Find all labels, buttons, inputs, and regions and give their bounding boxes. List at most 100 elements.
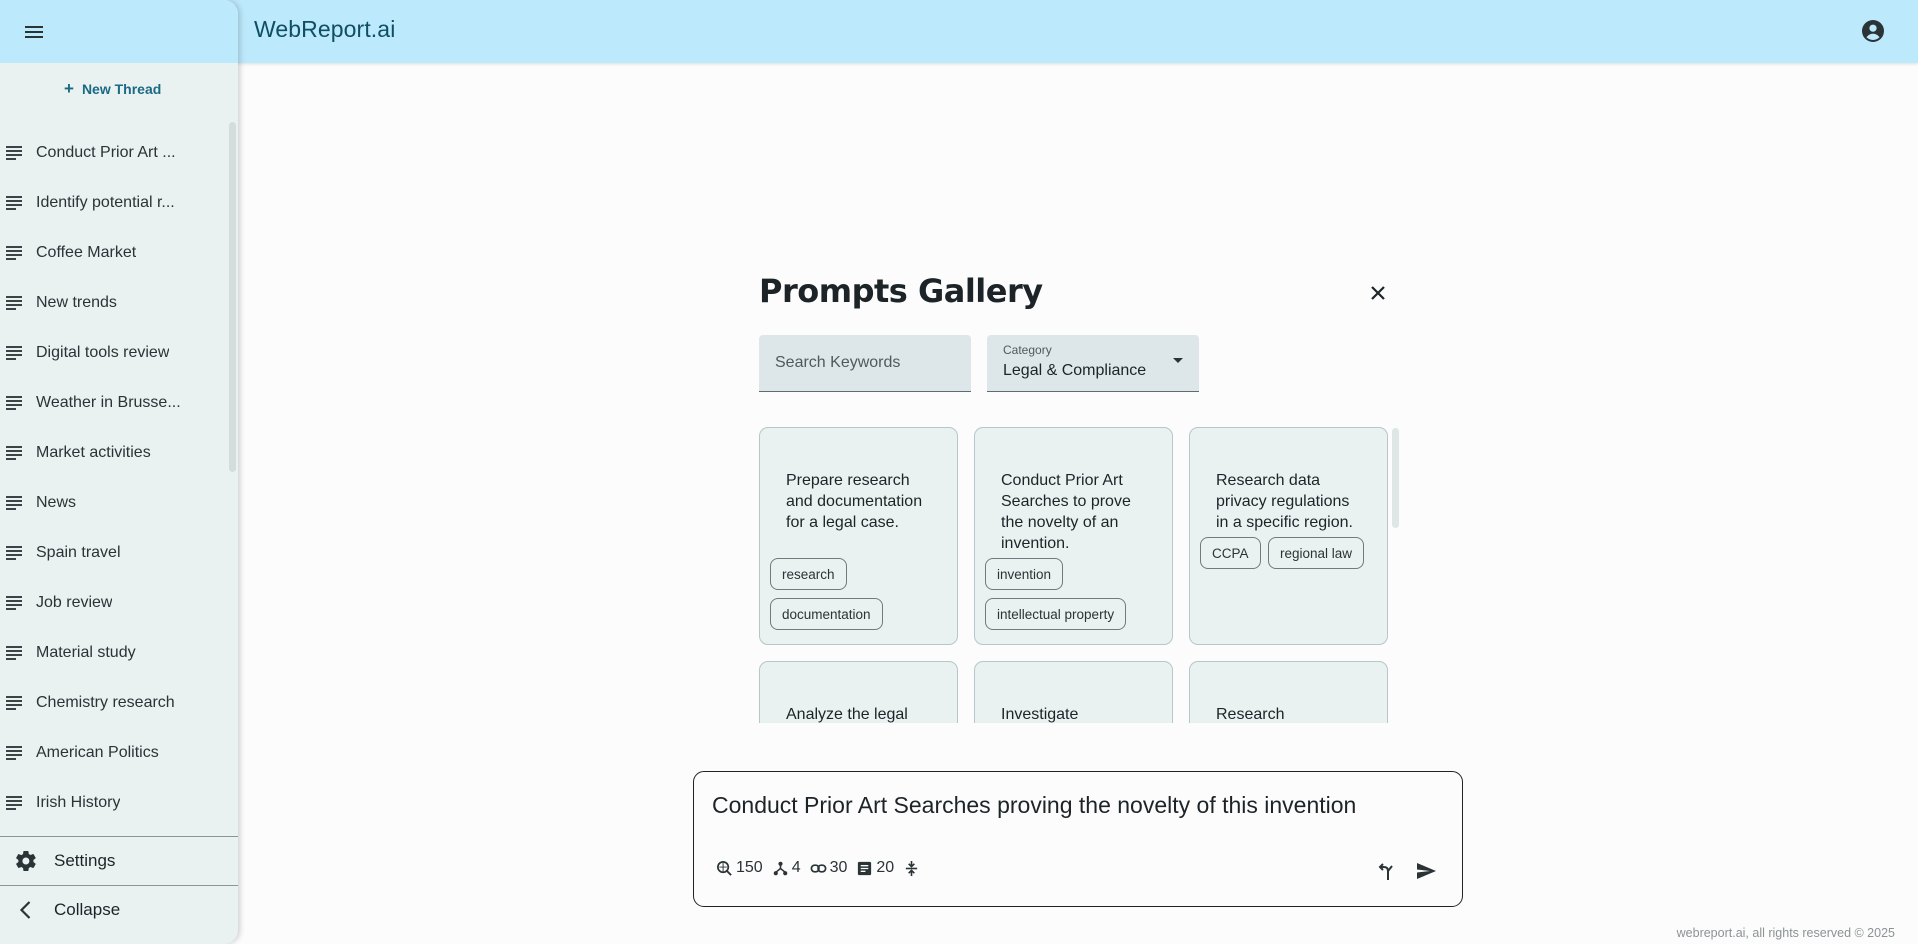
sidebar-header [0,0,238,63]
copyright-text: webreport.ai, all rights reserved © 2025 [1676,926,1895,940]
thread-label: Irish History [36,794,121,811]
prompt-card[interactable]: Prepare research and documentation for a… [759,427,958,645]
tag-chip[interactable]: invention [985,558,1064,590]
thread-item[interactable]: American Politics [0,728,230,778]
prompt-card-text: Prepare research and documentation for a… [786,472,923,531]
thread-label: Coffee Market [36,244,137,261]
plus-icon: + [64,79,74,98]
thread-list: Conduct Prior Art ... Identify potential… [0,128,230,828]
account-circle-icon[interactable] [1861,19,1885,43]
notes-icon [6,596,22,610]
gallery-title: Prompts Gallery [759,272,1043,310]
pages-stat[interactable]: 20 [856,859,894,877]
prompt-card[interactable]: Conduct Prior Art Searches to prove the … [974,427,1173,645]
thread-label: Market activities [36,444,151,461]
thread-item[interactable]: New trends [0,278,230,328]
prompt-card-text: Investigate [1001,706,1079,723]
thread-label: Chemistry research [36,694,175,711]
thread-item[interactable]: Coffee Market [0,228,230,278]
notes-icon [6,496,22,510]
thread-label: New trends [36,294,117,311]
thread-item[interactable]: Chemistry research [0,678,230,728]
settings-button[interactable]: Settings [0,836,238,885]
searches-stat[interactable]: 150 [716,859,763,877]
new-thread-label: New Thread [81,80,162,97]
notes-icon [6,396,22,410]
prompt-card[interactable]: Investigate [974,661,1173,723]
notes-icon [6,346,22,360]
new-thread-button[interactable]: + New Thread [64,80,161,97]
sidebar: + New Thread Conduct Prior Art ... Ident… [0,0,238,944]
notes-icon [6,646,22,660]
links-stat[interactable]: 30 [810,859,848,877]
thread-item[interactable]: News [0,478,230,528]
notes-icon [6,146,22,160]
pages-count: 20 [876,859,895,876]
thread-item[interactable]: Market activities [0,428,230,478]
prompt-card-text: Research [1216,706,1285,723]
expand-stat[interactable] [903,860,923,877]
tag-chip[interactable]: documentation [770,598,883,630]
prompt-card-text: Conduct Prior Art Searches to prove the … [1001,472,1131,552]
sidebar-scrollbar[interactable] [229,122,236,472]
tag-chip[interactable]: intellectual property [985,598,1127,630]
thread-label: Conduct Prior Art ... [36,144,176,161]
thread-label: Weather in Brusse... [36,394,181,411]
thread-item[interactable]: Irish History [0,778,230,828]
thread-item[interactable]: Conduct Prior Art ... [0,128,230,178]
prompt-cards-grid: Prepare research and documentation for a… [759,427,1395,723]
links-count: 30 [829,859,848,876]
notes-icon [6,296,22,310]
expand-vertical-icon [906,860,918,876]
category-select[interactable]: Category Legal & Compliance [987,335,1199,392]
thread-item[interactable]: Material study [0,628,230,678]
collapse-button[interactable]: Collapse [0,885,238,934]
depth-stat[interactable]: 4 [772,859,801,877]
query-input[interactable]: Conduct Prior Art Searches proving the n… [712,792,1356,819]
notes-icon [6,446,22,460]
prompt-card[interactable]: Research [1189,661,1388,723]
close-icon[interactable] [1368,283,1388,303]
app-title: WebReport.ai [254,16,396,42]
prompt-card[interactable]: Research data privacy regulations in a s… [1189,427,1388,645]
thread-label: Job review [36,594,113,611]
tag-chip[interactable]: regional law [1268,537,1365,569]
thread-item[interactable]: Spain travel [0,528,230,578]
branch-icon[interactable] [1375,860,1397,882]
tag-chip[interactable]: CCPA [1200,537,1261,569]
search-input[interactable] [759,335,971,391]
settings-label: Settings [54,851,116,870]
thread-item[interactable]: Weather in Brusse... [0,378,230,428]
caret-down-icon [1173,358,1183,363]
prompt-card[interactable]: Analyze the legal [759,661,958,723]
query-composer[interactable]: Conduct Prior Art Searches proving the n… [693,771,1463,907]
chevron-left-icon [19,901,31,919]
thread-label: American Politics [36,744,159,761]
category-value: Legal & Compliance [1003,362,1147,379]
prompt-card-text: Analyze the legal [786,706,908,723]
tag-chip[interactable]: research [770,558,847,590]
thread-label: Material study [36,644,136,661]
notes-icon [6,696,22,710]
search-globe-icon [717,860,732,876]
collapse-label: Collapse [54,900,121,919]
menu-icon[interactable] [22,20,46,44]
top-app-bar: WebReport.ai [0,0,1918,63]
thread-label: Spain travel [36,544,121,561]
notes-icon [6,196,22,210]
send-icon[interactable] [1415,860,1437,882]
gallery-scrollbar[interactable] [1392,428,1399,528]
thread-label: Digital tools review [36,344,170,361]
sidebar-footer: Settings Collapse [0,836,238,934]
search-keywords-field[interactable] [759,335,971,392]
thread-item[interactable]: Job review [0,578,230,628]
notes-icon [6,796,22,810]
depth-count: 4 [791,859,801,876]
thread-item[interactable]: Identify potential r... [0,178,230,228]
research-settings: 150 4 30 20 [716,859,932,877]
thread-item[interactable]: Digital tools review [0,328,230,378]
article-icon [858,861,872,875]
gear-icon [16,850,36,872]
notes-icon [6,546,22,560]
notes-icon [6,246,22,260]
